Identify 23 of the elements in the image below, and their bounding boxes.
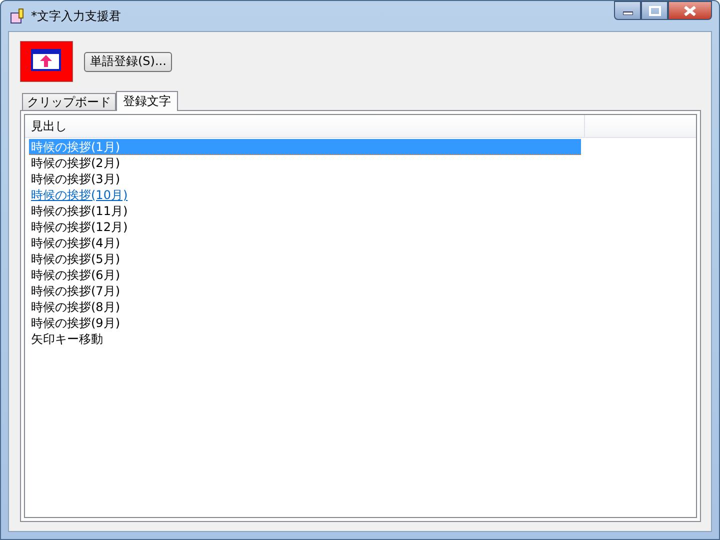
register-word-button[interactable]: 単語登録(S)... xyxy=(84,52,172,72)
tab[interactable]: クリップボード xyxy=(22,93,116,110)
minimize-button[interactable] xyxy=(614,1,641,20)
list-item[interactable]: 時候の挨拶(5月) xyxy=(29,251,581,267)
list-item[interactable]: 時候の挨拶(9月) xyxy=(29,315,581,331)
list-item[interactable]: 時候の挨拶(11月) xyxy=(29,203,581,219)
close-icon xyxy=(684,6,696,16)
close-button[interactable] xyxy=(668,1,712,20)
upload-icon[interactable] xyxy=(20,41,73,82)
tab[interactable]: 登録文字 xyxy=(116,91,178,111)
list-item[interactable]: 矢印キー移動 xyxy=(29,331,581,347)
app-icon xyxy=(9,8,25,24)
maximize-icon xyxy=(648,6,660,16)
window-title: *文字入力支援君 xyxy=(31,8,121,24)
list-item[interactable]: 時候の挨拶(8月) xyxy=(29,299,581,315)
list-item[interactable]: 時候の挨拶(4月) xyxy=(29,235,581,251)
list-item[interactable]: 時候の挨拶(2月) xyxy=(29,155,581,171)
list-item[interactable]: 時候の挨拶(7月) xyxy=(29,283,581,299)
maximize-button[interactable] xyxy=(641,1,668,20)
list-item[interactable]: 時候の挨拶(6月) xyxy=(29,267,581,283)
list-item[interactable]: 時候の挨拶(12月) xyxy=(29,219,581,235)
list-item[interactable]: 時候の挨拶(10月) xyxy=(29,187,581,203)
list-item[interactable]: 時候の挨拶(3月) xyxy=(29,171,581,187)
